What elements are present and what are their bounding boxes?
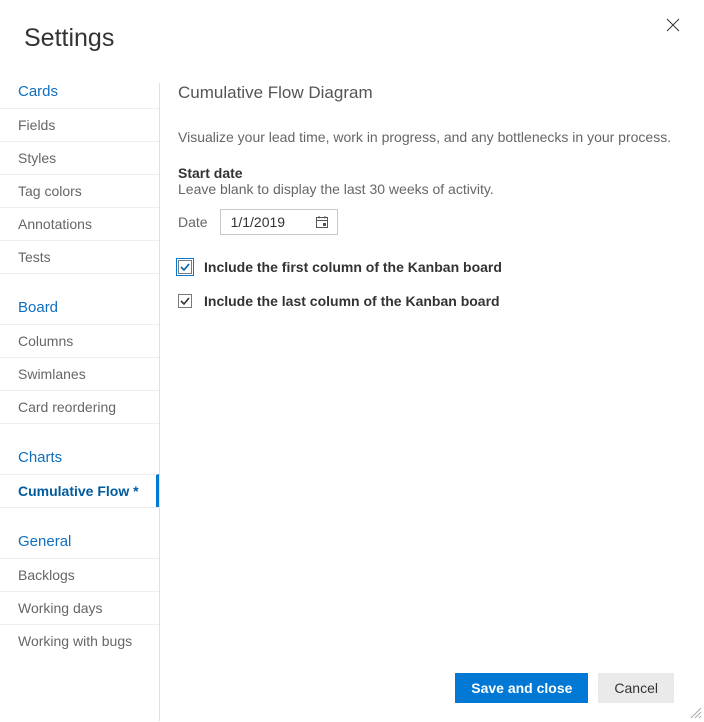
sidebar-item-tests[interactable]: Tests <box>0 240 159 273</box>
footer: Save and close Cancel <box>455 673 674 703</box>
include-first-label: Include the first column of the Kanban b… <box>204 259 502 275</box>
sidebar: Cards Fields Styles Tag colors Annotatio… <box>0 83 160 721</box>
include-first-row: Include the first column of the Kanban b… <box>178 259 686 275</box>
section-header-charts: Charts <box>0 441 159 474</box>
start-date-hint: Leave blank to display the last 30 weeks… <box>178 181 686 197</box>
sidebar-item-columns[interactable]: Columns <box>0 324 159 357</box>
close-button[interactable] <box>666 18 682 34</box>
close-icon <box>666 18 680 32</box>
date-label: Date <box>178 214 208 230</box>
cancel-button[interactable]: Cancel <box>598 673 674 703</box>
calendar-icon[interactable] <box>315 215 329 229</box>
content-wrap: Cards Fields Styles Tag colors Annotatio… <box>0 83 704 721</box>
resize-grip-icon[interactable] <box>688 705 702 719</box>
sidebar-item-cumulative-flow[interactable]: Cumulative Flow * <box>0 474 159 507</box>
date-input-wrap[interactable] <box>220 209 338 235</box>
start-date-label: Start date <box>178 165 686 181</box>
sidebar-item-fields[interactable]: Fields <box>0 108 159 141</box>
section-header-general: General <box>0 525 159 558</box>
sidebar-item-swimlanes[interactable]: Swimlanes <box>0 357 159 390</box>
sidebar-item-styles[interactable]: Styles <box>0 141 159 174</box>
sidebar-item-working-with-bugs[interactable]: Working with bugs <box>0 624 159 657</box>
sidebar-item-working-days[interactable]: Working days <box>0 591 159 624</box>
include-first-checkbox[interactable] <box>178 260 192 274</box>
section-gap <box>0 273 159 291</box>
date-row: Date <box>178 209 686 235</box>
section-header-board: Board <box>0 291 159 324</box>
save-and-close-button[interactable]: Save and close <box>455 673 588 703</box>
main-panel: Cumulative Flow Diagram Visualize your l… <box>160 83 704 721</box>
section-gap <box>0 507 159 525</box>
include-last-label: Include the last column of the Kanban bo… <box>204 293 500 309</box>
include-last-row: Include the last column of the Kanban bo… <box>178 293 686 309</box>
sidebar-item-card-reordering[interactable]: Card reordering <box>0 390 159 423</box>
settings-dialog: Settings Cards Fields Styles Tag colors … <box>0 0 704 721</box>
sidebar-item-annotations[interactable]: Annotations <box>0 207 159 240</box>
panel-title: Cumulative Flow Diagram <box>178 83 686 103</box>
section-header-cards: Cards <box>0 83 159 108</box>
sidebar-item-backlogs[interactable]: Backlogs <box>0 558 159 591</box>
include-last-checkbox[interactable] <box>178 294 192 308</box>
check-icon <box>180 262 190 272</box>
section-gap <box>0 423 159 441</box>
date-input[interactable] <box>231 214 303 230</box>
sidebar-item-tag-colors[interactable]: Tag colors <box>0 174 159 207</box>
dialog-title: Settings <box>0 0 704 53</box>
check-icon <box>180 296 190 306</box>
panel-description: Visualize your lead time, work in progre… <box>178 129 686 145</box>
